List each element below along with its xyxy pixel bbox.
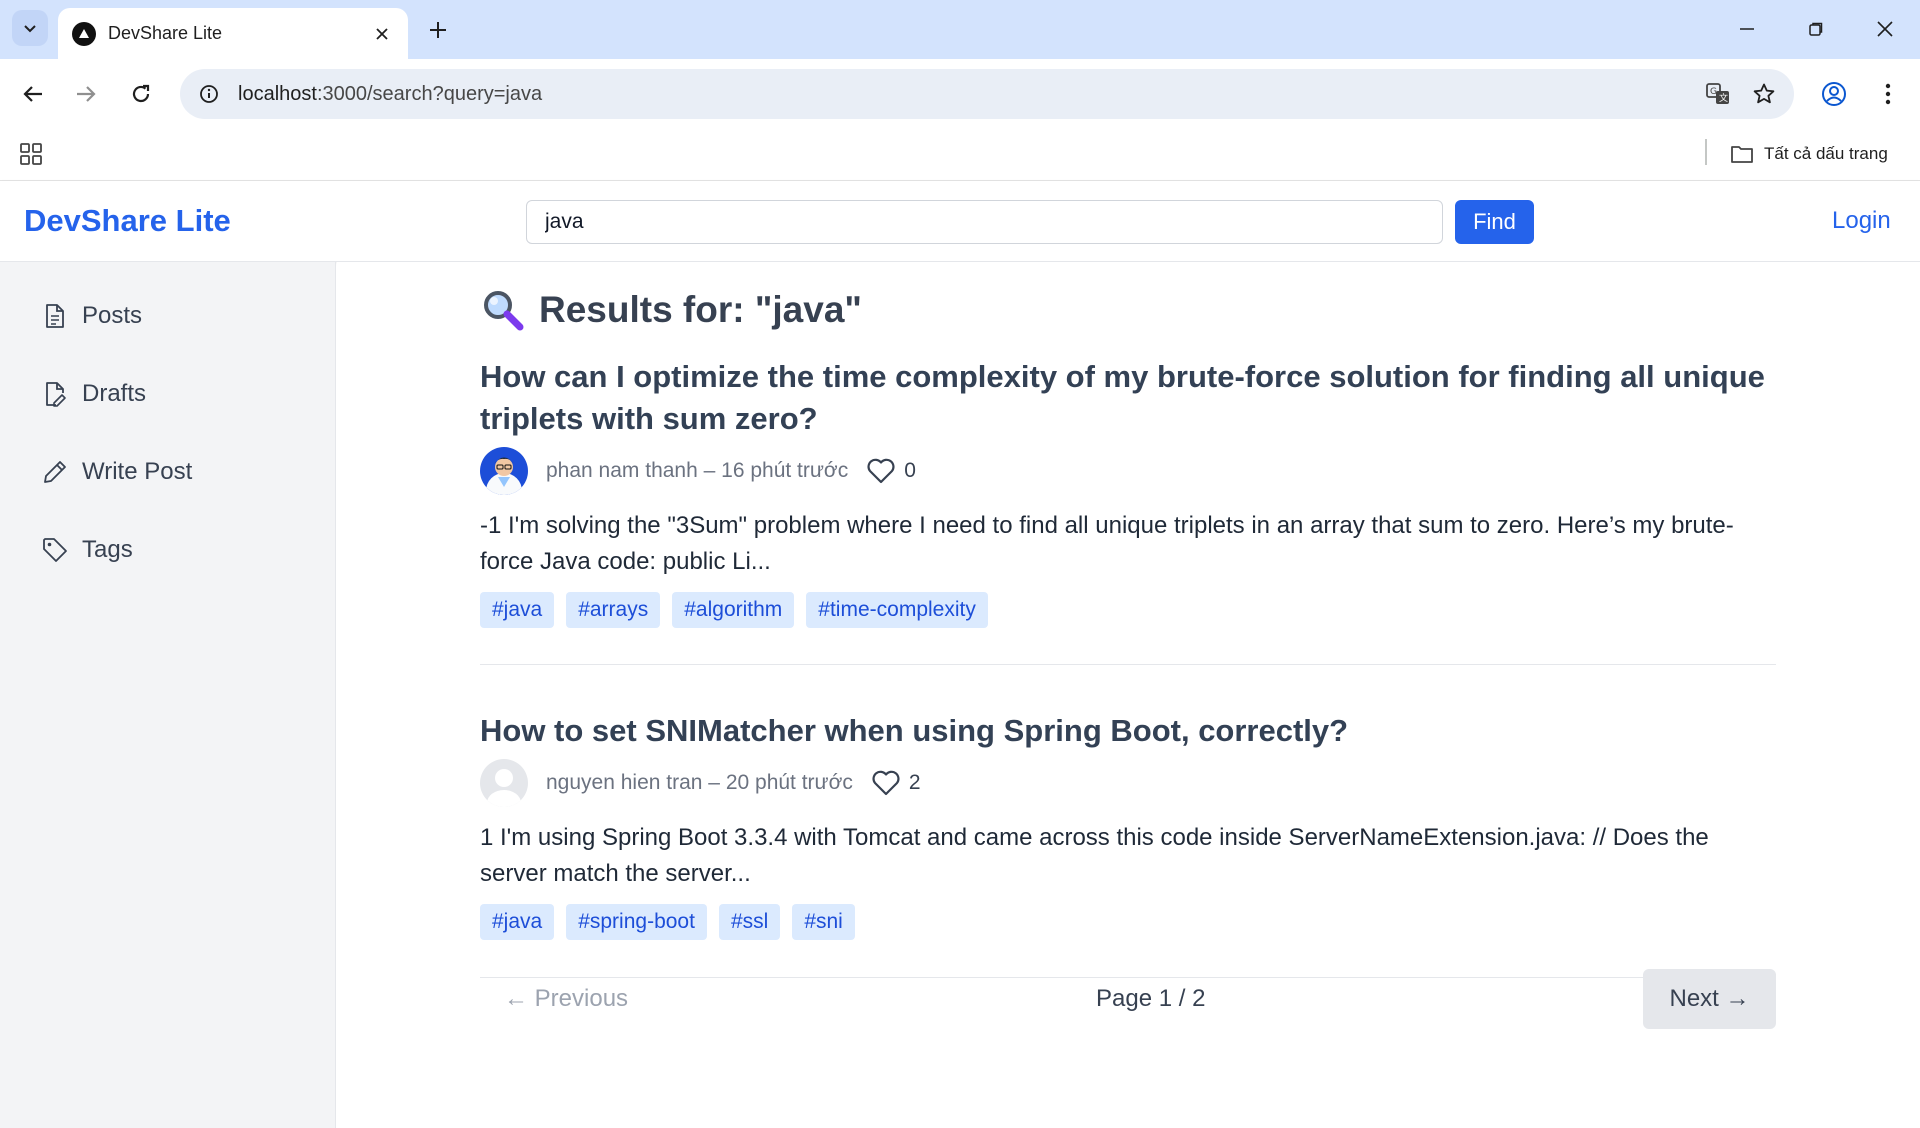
close-icon [1877, 21, 1893, 37]
sidebar-item-label: Drafts [82, 380, 147, 407]
site-info-icon[interactable] [194, 79, 224, 109]
chevron-down-icon [24, 25, 36, 33]
sidebar-item-posts[interactable]: Posts [40, 294, 142, 338]
bookmarks-bar: Tất cả dấu trang [0, 129, 1920, 181]
post-time: – 16 phút trước [697, 459, 849, 482]
plus-icon [430, 22, 446, 38]
url-host: localhost [238, 82, 317, 105]
file-edit-icon [40, 379, 70, 409]
translate-icon[interactable]: G文 [1702, 78, 1734, 110]
tag-chip[interactable]: #algorithm [672, 592, 795, 628]
post-excerpt: 1 I'm using Spring Boot 3.3.4 with Tomca… [480, 824, 1709, 887]
arrow-right-icon [77, 86, 96, 102]
post-meta: phan nam thanh – 16 phút trước 0 [480, 446, 1776, 496]
back-button[interactable] [15, 76, 51, 112]
bookmarks-divider [1705, 139, 1707, 165]
tab-search-button[interactable] [12, 10, 48, 46]
brand-logo[interactable]: DevShare Lite [24, 203, 231, 239]
tag-chip[interactable]: #ssl [718, 904, 781, 940]
sidebar-item-label: Write Post [82, 458, 193, 485]
previous-button[interactable]: ← Previous [480, 969, 652, 1029]
browser-menu-button[interactable] [1870, 76, 1906, 112]
all-bookmarks-button[interactable]: Tất cả dấu trang [1730, 137, 1888, 171]
like-count: 2 [908, 771, 921, 794]
all-bookmarks-label: Tất cả dấu trang [1764, 144, 1888, 163]
pagination: ← Previous Page 1 / 2 Next → [480, 969, 1776, 1029]
browser-tab-bar: DevShare Lite [0, 0, 1920, 59]
tag-icon [40, 535, 70, 565]
avatar[interactable] [480, 447, 528, 495]
app-header: DevShare Lite Find Login [0, 181, 1920, 262]
magnifier-icon [484, 291, 524, 331]
reload-button[interactable] [123, 76, 159, 112]
minimize-icon [1740, 28, 1754, 30]
post-title[interactable]: How can I optimize the time complexity o… [480, 356, 1776, 440]
post-card: How to set SNIMatcher when using Spring … [480, 710, 1776, 978]
profile-button[interactable] [1816, 76, 1852, 112]
tab-title: DevShare Lite [108, 23, 223, 43]
svg-text:G: G [1710, 87, 1717, 97]
close-window-button[interactable] [1868, 12, 1902, 46]
tag-chip[interactable]: #arrays [566, 592, 661, 628]
post-meta: nguyen hien tran – 20 phút trước 2 [480, 758, 1776, 808]
new-tab-button[interactable] [424, 14, 452, 46]
tag-chip[interactable]: #spring-boot [566, 904, 707, 940]
post-tags: #java #arrays #algorithm #time-complexit… [480, 592, 1776, 628]
sidebar-item-label: Posts [82, 302, 143, 329]
browser-tab[interactable]: DevShare Lite [58, 8, 408, 59]
page-title: Results for: "java" [539, 289, 862, 330]
sidebar-item-tags[interactable]: Tags [40, 528, 133, 572]
tag-chip[interactable]: #java [480, 592, 555, 628]
url-text: localhost:3000/search?query=java [238, 83, 1702, 106]
reload-icon [132, 84, 150, 103]
pencil-icon [40, 457, 70, 487]
account-circle-icon [1822, 82, 1846, 106]
minimize-button[interactable] [1730, 12, 1764, 46]
tab-favicon-icon [72, 21, 96, 46]
post-author[interactable]: nguyen hien tran [546, 771, 702, 794]
like-count: 0 [904, 459, 916, 482]
bookmark-star-icon[interactable] [1748, 78, 1780, 110]
forward-button[interactable] [68, 76, 104, 112]
sidebar-item-label: Tags [82, 536, 133, 563]
restore-button[interactable] [1799, 12, 1833, 46]
sidebar-item-write-post[interactable]: Write Post [40, 450, 192, 494]
post-excerpt: -1 I'm solving the "3Sum" problem where … [480, 512, 1734, 575]
next-button[interactable]: Next → [1643, 969, 1776, 1029]
url-path: :3000/search?query=java [316, 82, 543, 105]
search-input[interactable] [526, 200, 1443, 244]
sidebar-item-drafts[interactable]: Drafts [40, 372, 146, 416]
tag-chip[interactable]: #java [480, 904, 555, 940]
arrow-left-icon [23, 86, 42, 102]
sidebar: Posts Drafts Write Post Tags [0, 262, 336, 1128]
apps-grid-icon[interactable] [16, 139, 46, 169]
results-heading: Results for: "java" [481, 288, 862, 332]
address-bar[interactable]: localhost:3000/search?query=java G文 [180, 69, 1794, 119]
browser-toolbar: localhost:3000/search?query=java G文 [0, 59, 1920, 129]
avatar[interactable] [480, 759, 528, 807]
post-meta-text: nguyen hien tran – 20 phút trước [546, 771, 853, 795]
tag-chip[interactable]: #sni [792, 904, 855, 940]
more-vertical-icon [1885, 83, 1891, 105]
post-tags: #java #spring-boot #ssl #sni [480, 904, 1776, 940]
post-author[interactable]: phan nam thanh [546, 459, 698, 482]
heart-icon[interactable] [871, 769, 901, 797]
tab-close-icon[interactable] [368, 20, 396, 48]
post-card: How can I optimize the time complexity o… [480, 356, 1776, 665]
login-link[interactable]: Login [1832, 207, 1891, 235]
post-time: – 20 phút trước [702, 771, 853, 794]
svg-text:文: 文 [1719, 92, 1728, 104]
folder-icon [1731, 146, 1753, 163]
tag-chip[interactable]: #time-complexity [806, 592, 988, 628]
post-meta-text: phan nam thanh – 16 phút trước [546, 459, 848, 483]
file-text-icon [40, 301, 70, 331]
post-title[interactable]: How to set SNIMatcher when using Spring … [480, 710, 1776, 752]
main-content: Results for: "java" How can I optimize t… [337, 262, 1920, 1128]
restore-icon [1809, 22, 1823, 36]
heart-icon[interactable] [866, 457, 896, 485]
find-button[interactable]: Find [1455, 200, 1534, 244]
page-indicator: Page 1 / 2 [1096, 985, 1206, 1012]
